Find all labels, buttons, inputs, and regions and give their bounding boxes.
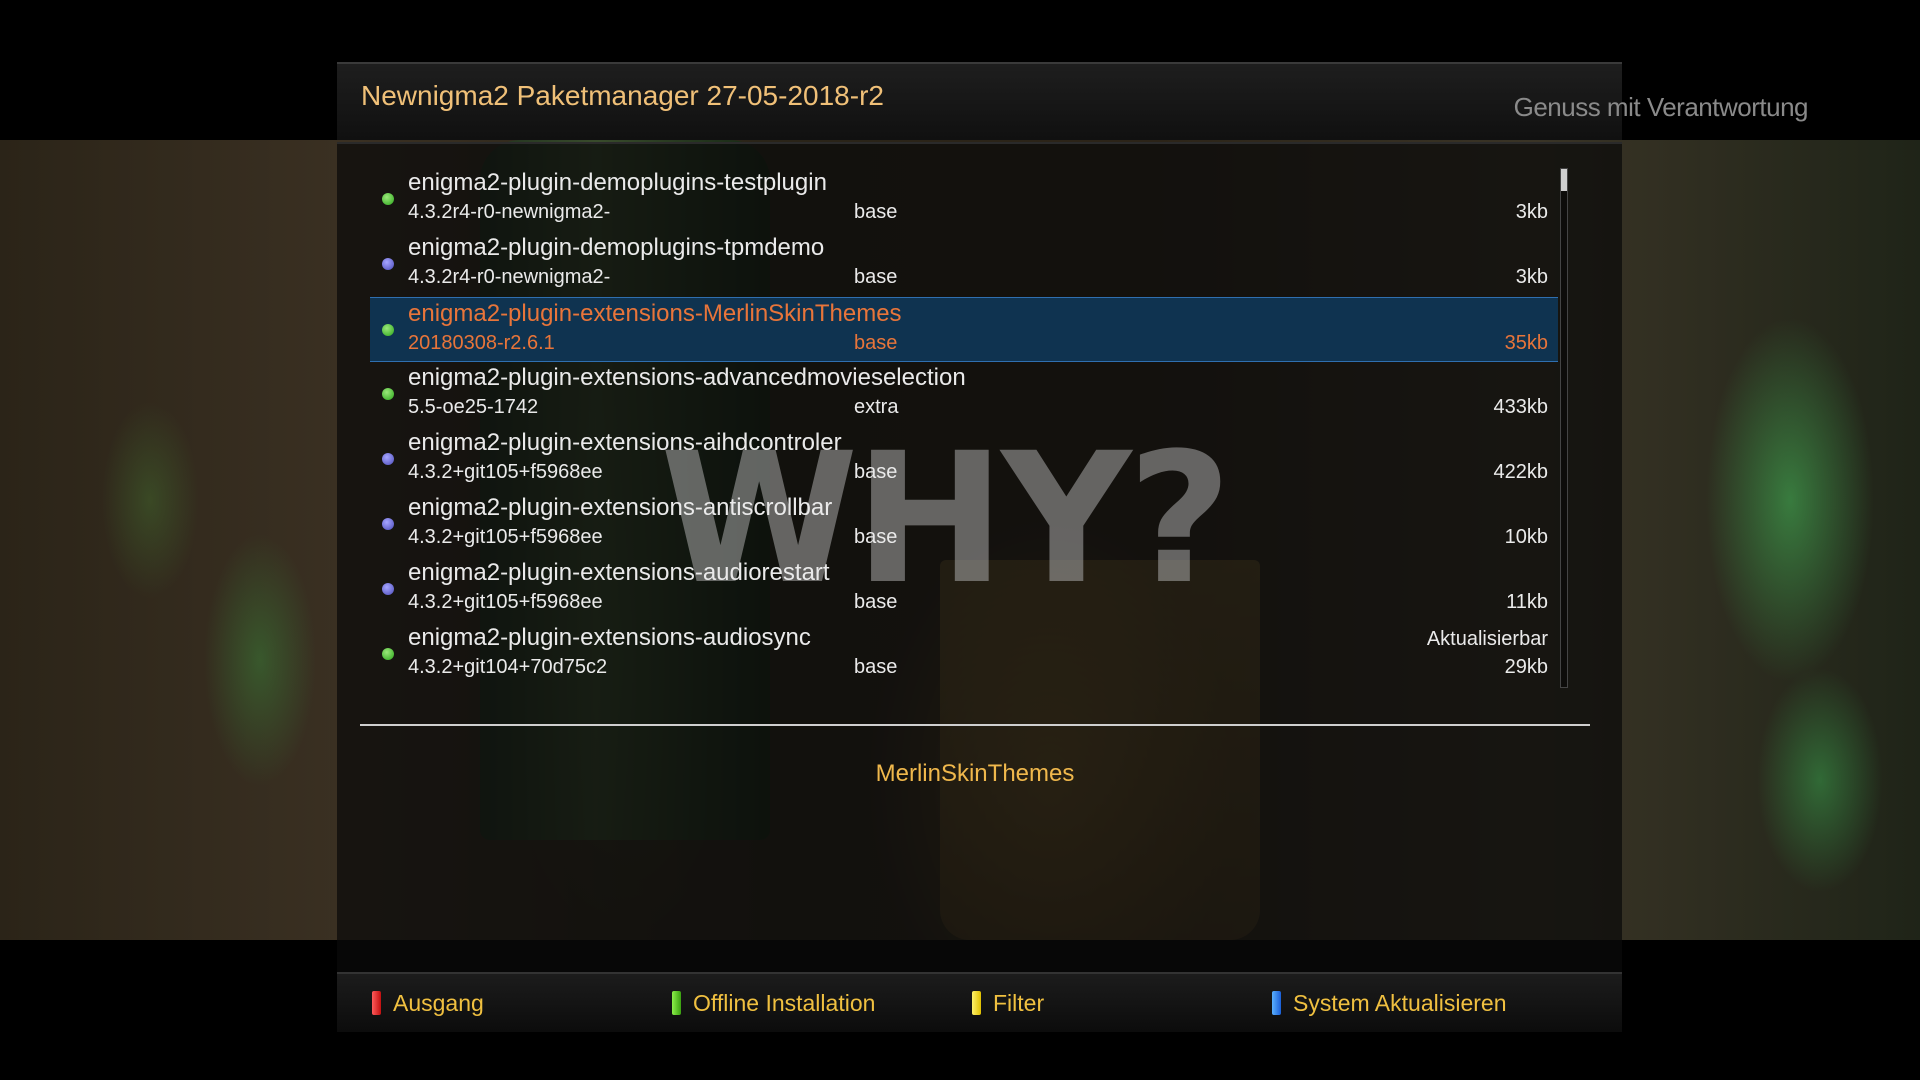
package-name: enigma2-plugin-extensions-audiorestart bbox=[408, 559, 830, 586]
title-bar: Newnigma2 Paketmanager 27-05-2018-r2 bbox=[337, 62, 1622, 140]
list-scrollbar[interactable] bbox=[1560, 168, 1568, 688]
package-row[interactable]: enigma2-plugin-extensions-MerlinSkinThem… bbox=[370, 297, 1558, 362]
package-name: enigma2-plugin-extensions-audiosync bbox=[408, 624, 811, 651]
package-version: 4.3.2r4-r0-newnigma2- bbox=[408, 201, 611, 223]
package-section: base bbox=[854, 591, 898, 613]
package-size: 29kb bbox=[1504, 656, 1548, 678]
yellow-button-label: Filter bbox=[993, 989, 1045, 1016]
green-button-label: Offline Installation bbox=[693, 989, 876, 1016]
status-dot-icon bbox=[382, 258, 394, 270]
slogan-text: Genuss mit Verantwortung bbox=[1513, 92, 1809, 122]
green-key-icon bbox=[672, 991, 681, 1015]
screen: Newnigma2 Paketmanager 27-05-2018-r2 WHY… bbox=[0, 0, 1920, 1080]
package-section: base bbox=[854, 332, 898, 354]
package-version: 4.3.2+git105+f5968ee bbox=[408, 461, 603, 483]
package-row[interactable]: enigma2-plugin-demoplugins-tpmdemo 4.3.2r… bbox=[370, 232, 1558, 297]
status-dot-icon bbox=[382, 518, 394, 530]
package-name: enigma2-plugin-extensions-MerlinSkinThem… bbox=[408, 300, 902, 327]
divider bbox=[360, 724, 1590, 726]
package-section: extra bbox=[854, 396, 899, 418]
package-size: 433kb bbox=[1493, 396, 1549, 418]
package-version: 4.3.2+git105+f5968ee bbox=[408, 591, 603, 613]
status-dot-icon bbox=[382, 388, 394, 400]
package-row[interactable]: enigma2-plugin-extensions-antiscrollbar 4… bbox=[370, 492, 1558, 557]
package-description: MerlinSkinThemes bbox=[875, 760, 1075, 787]
package-name: enigma2-plugin-demoplugins-testplugin bbox=[408, 169, 827, 196]
package-size: 35kb bbox=[1504, 332, 1548, 354]
yellow-key-icon bbox=[972, 991, 981, 1015]
status-dot-icon bbox=[382, 583, 394, 595]
package-name: enigma2-plugin-extensions-antiscrollbar bbox=[408, 494, 833, 521]
package-row[interactable]: enigma2-plugin-extensions-aihdcontroler 4… bbox=[370, 427, 1558, 492]
package-size: 422kb bbox=[1493, 461, 1549, 483]
package-size: 11kb bbox=[1506, 591, 1548, 613]
status-dot-icon bbox=[382, 193, 394, 205]
package-row[interactable]: enigma2-plugin-demoplugins-testplugin 4.3… bbox=[370, 167, 1558, 232]
package-version: 5.5-oe25-1742 bbox=[408, 396, 539, 418]
scrollbar-thumb[interactable] bbox=[1561, 169, 1567, 191]
package-section: base bbox=[854, 201, 898, 223]
blue-button-label: System Aktualisieren bbox=[1293, 989, 1507, 1016]
red-button[interactable]: Ausgang bbox=[372, 988, 484, 1018]
blue-key-icon bbox=[1272, 991, 1281, 1015]
package-list[interactable]: enigma2-plugin-demoplugins-testplugin 4.3… bbox=[370, 167, 1558, 687]
package-row[interactable]: enigma2-plugin-extensions-audiorestart 4.… bbox=[370, 557, 1558, 622]
package-version: 4.3.2+git104+70d75c2 bbox=[408, 656, 608, 678]
package-name: enigma2-plugin-extensions-aihdcontroler bbox=[408, 429, 842, 456]
color-key-bar: Ausgang Offline Installation Filter Syst… bbox=[337, 972, 1622, 1032]
package-section: base bbox=[854, 526, 898, 548]
blue-button[interactable]: System Aktualisieren bbox=[1272, 988, 1506, 1018]
package-size: 10kb bbox=[1504, 526, 1548, 548]
status-dot-icon bbox=[382, 648, 394, 660]
package-section: base bbox=[854, 461, 898, 483]
package-name: enigma2-plugin-demoplugins-tpmdemo bbox=[408, 234, 825, 261]
package-name: enigma2-plugin-extensions-advancedmovies… bbox=[408, 364, 966, 391]
yellow-button[interactable]: Filter bbox=[972, 988, 1044, 1018]
status-dot-icon bbox=[382, 453, 394, 465]
status-dot-icon bbox=[382, 324, 394, 336]
package-version: 4.3.2+git105+f5968ee bbox=[408, 526, 603, 548]
package-size: 3kb bbox=[1515, 266, 1548, 288]
green-button[interactable]: Offline Installation bbox=[672, 988, 875, 1018]
window-title: Newnigma2 Paketmanager 27-05-2018-r2 bbox=[361, 80, 884, 111]
package-version: 4.3.2r4-r0-newnigma2- bbox=[408, 266, 611, 288]
package-size: 3kb bbox=[1515, 201, 1548, 223]
package-row[interactable]: enigma2-plugin-extensions-advancedmovies… bbox=[370, 362, 1558, 427]
red-key-icon bbox=[372, 991, 381, 1015]
package-section: base bbox=[854, 656, 898, 678]
package-row[interactable]: enigma2-plugin-extensions-audiosync 4.3.2… bbox=[370, 622, 1558, 687]
package-status: Aktualisierbar bbox=[1426, 628, 1548, 650]
package-version: 20180308-r2.6.1 bbox=[408, 332, 555, 354]
red-button-label: Ausgang bbox=[393, 989, 484, 1016]
package-section: base bbox=[854, 266, 898, 288]
